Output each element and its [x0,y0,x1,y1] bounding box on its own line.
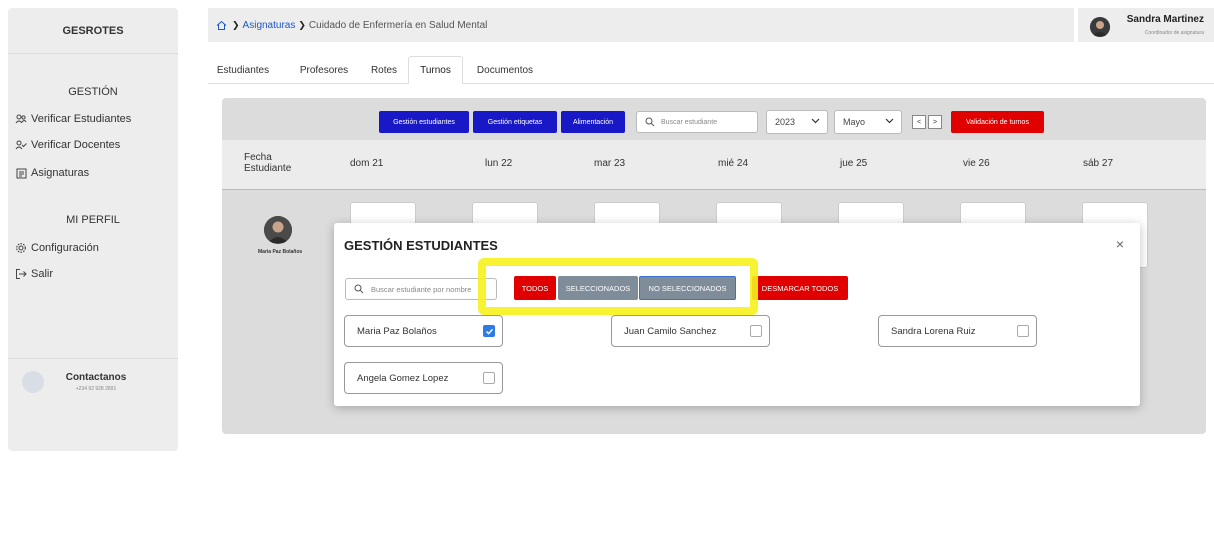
gear-icon [14,241,28,255]
header-estudiante-label: Estudiante [244,163,292,174]
user-avatar [1090,17,1110,37]
month-select[interactable]: Mayo [834,110,902,134]
filter-todos-button[interactable]: TODOS [514,276,556,300]
sidebar: GESROTES GESTIÓN Verificar Estudiantes V… [8,8,178,451]
month-value: Mayo [843,117,866,127]
sidebar-item-salir[interactable]: Salir [14,266,53,282]
tab-estudiantes[interactable]: Estudiantes [208,56,278,84]
desmarcar-todos-button[interactable]: DESMARCAR TODOS [752,276,848,300]
sidebar-item-verificar-docentes[interactable]: Verificar Docentes [14,137,120,153]
contact-title: Contactanos [65,372,127,383]
sidebar-item-label: Configuración [31,242,99,254]
student-checkbox[interactable] [483,325,495,337]
day-header: sáb 27 [1083,158,1114,169]
prev-week-button[interactable]: < [912,115,926,129]
user-name: Sandra Martinez [1126,14,1204,25]
sidebar-item-label: Verificar Docentes [31,139,121,151]
student-card[interactable]: Juan Camilo Sanchez [611,315,770,347]
search-student-input[interactable]: Buscar estudiante [636,111,758,133]
chevron-right-icon: ❯ [298,19,306,30]
student-card[interactable]: Sandra Lorena Ruiz [878,315,1037,347]
chevron-right-icon: ❯ [232,19,240,30]
filter-no-seleccionados-button[interactable]: NO SELECCIONADOS [639,276,736,300]
close-icon[interactable]: × [1116,236,1124,252]
day-header: dom 21 [350,158,384,169]
next-week-button[interactable]: > [928,115,942,129]
breadcrumb: ❯ Asignaturas ❯ Cuidado de Enfermería en… [208,8,1074,42]
day-header: jue 25 [840,158,868,169]
user-check-icon [14,138,28,152]
document-icon [14,166,28,180]
chevron-down-icon [885,116,894,127]
tab-bar: Estudiantes Profesores Rotes Turnos Docu… [208,56,1214,84]
alimentacion-button[interactable]: Alimentación [561,111,625,133]
day-header: vie 26 [963,158,990,169]
breadcrumb-current: Cuidado de Enfermería en Salud Mental [308,19,488,31]
sidebar-item-label: Asignaturas [31,167,90,179]
validacion-turnos-button[interactable]: Validación de turnos [951,111,1044,133]
sidebar-item-verificar-estudiantes[interactable]: Verificar Estudiantes [14,111,131,127]
year-select[interactable]: 2023 [766,110,828,134]
search-icon [645,117,655,127]
student-card[interactable]: Angela Gomez Lopez [344,362,503,394]
calendar-header: Fecha Estudiante dom 21 lun 22 mar 23 mi… [222,140,1206,190]
chevron-down-icon [811,116,820,127]
student-row-name: Maria Paz Bolaños [258,249,303,255]
student-checkbox[interactable] [483,372,495,384]
year-value: 2023 [775,117,796,127]
contact-section: Contactanos +234 92 928 2891 [8,358,178,418]
contact-avatar [22,371,44,393]
student-checkbox[interactable] [750,325,762,337]
modal-search-input[interactable]: Buscar estudiante por nombre [345,278,497,300]
day-header: mié 24 [718,158,749,169]
contact-phone: +234 92 928 2891 [75,386,117,392]
day-header: mar 23 [594,158,626,169]
header-fecha-estudiante: Fecha Estudiante [244,152,291,174]
tab-turnos[interactable]: Turnos [408,56,463,84]
search-placeholder: Buscar estudiante [661,118,718,126]
tab-profesores[interactable]: Profesores [290,56,358,84]
student-name: Angela Gomez Lopez [357,372,449,384]
user-role: Coordinador de asignatura [1144,30,1204,36]
search-placeholder: Buscar estudiante por nombre [371,284,472,294]
student-avatar [264,216,292,244]
modal-title: GESTIÓN ESTUDIANTES [344,238,498,253]
gestion-estudiantes-modal: GESTIÓN ESTUDIANTES × Buscar estudiante … [334,223,1140,406]
filter-seleccionados-button[interactable]: SELECCIONADOS [558,276,638,300]
student-name: Maria Paz Bolaños [357,325,437,337]
users-icon [14,112,28,126]
user-profile[interactable]: Sandra Martinez Coordinador de asignatur… [1078,8,1214,42]
student-checkbox[interactable] [1017,325,1029,337]
student-name: Sandra Lorena Ruiz [891,325,976,337]
day-header: lun 22 [485,158,513,169]
gestion-etiquetas-button[interactable]: Gestión etiquetas [473,111,557,133]
logout-icon [14,267,28,281]
student-name: Juan Camilo Sanchez [624,325,717,337]
sidebar-item-label: Verificar Estudiantes [31,113,132,125]
tab-rotes[interactable]: Rotes [364,56,404,84]
section-title-gestion: GESTIÓN [68,86,118,98]
header-fecha-label: Fecha [244,152,272,163]
gestion-estudiantes-button[interactable]: Gestión estudiantes [379,111,469,133]
sidebar-item-configuracion[interactable]: Configuración [14,240,99,256]
home-icon[interactable] [216,20,227,31]
breadcrumb-link-asignaturas[interactable]: Asignaturas [243,20,296,31]
section-title-perfil: MI PERFIL [66,214,120,226]
sidebar-item-asignaturas[interactable]: Asignaturas [14,165,89,181]
sidebar-item-label: Salir [31,268,54,280]
brand-logo: GESROTES [8,8,178,54]
search-icon [354,284,364,294]
tab-documentos[interactable]: Documentos [468,56,542,84]
student-card[interactable]: Maria Paz Bolaños [344,315,503,347]
